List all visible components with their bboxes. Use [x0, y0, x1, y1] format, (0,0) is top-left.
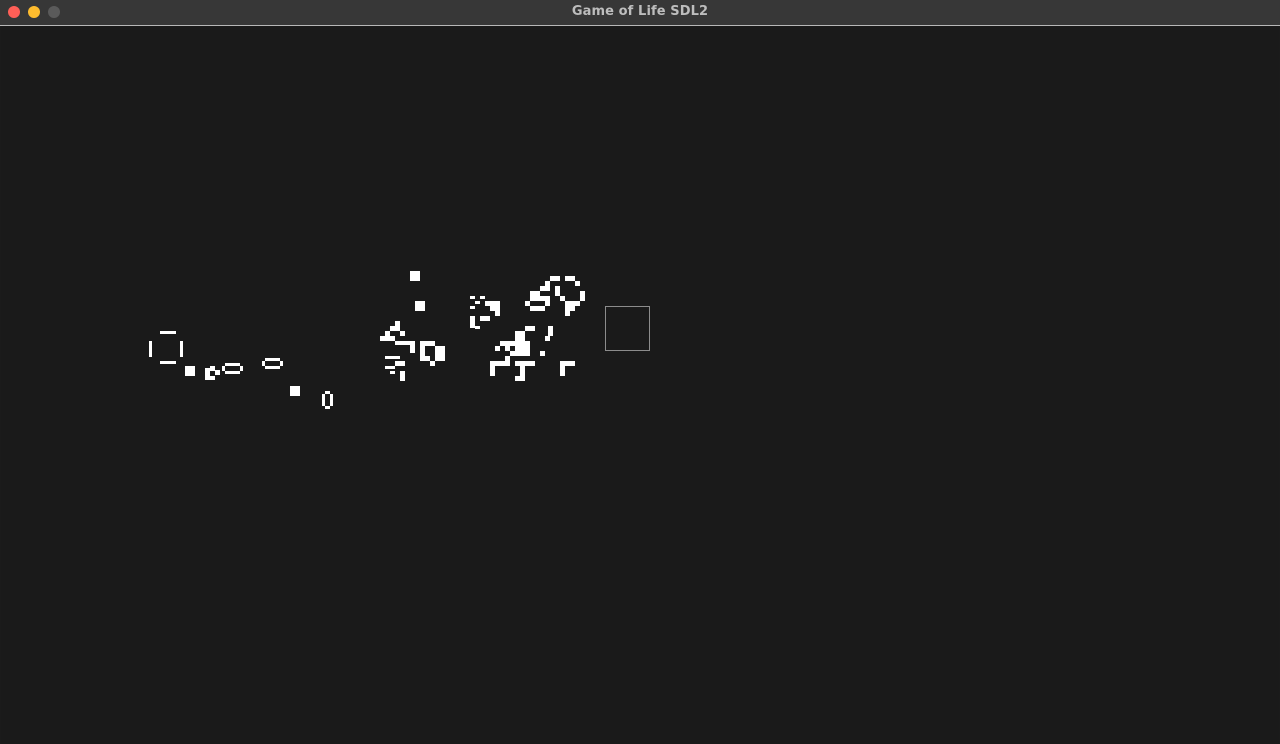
live-cell[interactable] — [470, 316, 475, 328]
live-cell[interactable] — [505, 346, 510, 351]
live-cell[interactable] — [490, 361, 495, 376]
live-cell[interactable] — [290, 386, 300, 396]
game-board[interactable] — [1, 26, 1279, 744]
live-cell[interactable] — [560, 296, 565, 301]
live-cell[interactable] — [225, 363, 240, 366]
live-cell[interactable] — [575, 281, 580, 286]
live-cell[interactable] — [280, 361, 283, 366]
live-cell[interactable] — [520, 366, 525, 376]
live-cell[interactable] — [430, 361, 435, 366]
live-cell[interactable] — [470, 306, 475, 309]
live-cell[interactable] — [185, 366, 195, 376]
live-cell[interactable] — [545, 336, 550, 341]
live-cell[interactable] — [495, 361, 510, 366]
live-cell[interactable] — [495, 346, 500, 351]
live-cell[interactable] — [410, 271, 420, 281]
live-cell[interactable] — [560, 366, 565, 376]
live-cell[interactable] — [475, 301, 480, 304]
live-cell[interactable] — [385, 331, 390, 336]
live-cell[interactable] — [262, 361, 265, 366]
live-cell[interactable] — [160, 361, 176, 364]
live-cell[interactable] — [565, 301, 580, 306]
live-cell[interactable] — [550, 276, 560, 281]
live-cell[interactable] — [210, 366, 215, 371]
live-cell[interactable] — [505, 356, 510, 361]
live-cell[interactable] — [240, 366, 243, 371]
live-cell[interactable] — [545, 301, 550, 306]
live-cell[interactable] — [385, 356, 400, 359]
live-cell[interactable] — [435, 346, 445, 361]
live-cell[interactable] — [410, 341, 415, 353]
window-title: Game of Life SDL2 — [571, 4, 709, 19]
live-cell[interactable] — [540, 286, 550, 291]
live-cell[interactable] — [395, 361, 405, 366]
live-cell[interactable] — [540, 351, 545, 356]
live-cell[interactable] — [420, 341, 435, 346]
live-cell[interactable] — [530, 291, 540, 301]
title-bar[interactable]: Game of Life SDL2 — [0, 0, 1280, 26]
live-cell[interactable] — [515, 346, 530, 351]
live-cell[interactable] — [515, 331, 525, 341]
live-cell[interactable] — [510, 341, 530, 346]
live-cell[interactable] — [160, 331, 176, 334]
live-cell[interactable] — [390, 326, 400, 331]
live-cell[interactable] — [325, 391, 330, 394]
cell-grid[interactable] — [1, 26, 1279, 744]
live-cell[interactable] — [565, 276, 575, 281]
live-cell[interactable] — [210, 376, 215, 380]
live-cell[interactable] — [330, 394, 333, 406]
live-cell[interactable] — [485, 301, 490, 306]
live-cell[interactable] — [480, 316, 490, 321]
live-cell[interactable] — [325, 406, 330, 409]
live-cell[interactable] — [525, 326, 535, 331]
live-cell[interactable] — [510, 351, 530, 356]
live-cell[interactable] — [225, 371, 240, 374]
live-cell[interactable] — [548, 326, 553, 336]
live-cell[interactable] — [380, 336, 395, 341]
live-cell[interactable] — [400, 331, 405, 336]
live-cell[interactable] — [400, 371, 405, 381]
live-cell[interactable] — [495, 311, 500, 316]
live-cell[interactable] — [490, 301, 500, 311]
live-cell[interactable] — [540, 296, 550, 301]
live-cell[interactable] — [565, 306, 575, 311]
live-cell[interactable] — [222, 366, 225, 371]
live-cell[interactable] — [385, 366, 395, 369]
live-cell[interactable] — [545, 281, 550, 286]
live-cell[interactable] — [180, 341, 183, 357]
live-cell[interactable] — [395, 321, 400, 326]
cursor-selection-box[interactable] — [605, 306, 650, 351]
live-cell[interactable] — [322, 394, 325, 406]
live-cell[interactable] — [580, 291, 585, 301]
live-cell[interactable] — [415, 301, 425, 311]
live-cell[interactable] — [420, 346, 425, 361]
live-cell[interactable] — [470, 296, 475, 299]
live-cell[interactable] — [555, 286, 560, 296]
app-window: Game of Life SDL2 — [0, 0, 1280, 744]
live-cell[interactable] — [565, 311, 570, 316]
live-cell[interactable] — [395, 341, 410, 345]
live-cell[interactable] — [265, 366, 280, 369]
live-cell[interactable] — [560, 361, 575, 366]
live-cell[interactable] — [475, 326, 480, 329]
live-cell[interactable] — [205, 368, 210, 380]
live-cell[interactable] — [500, 341, 510, 346]
live-cell[interactable] — [215, 370, 220, 375]
live-cell[interactable] — [515, 376, 525, 381]
live-cell[interactable] — [525, 301, 530, 306]
live-cell[interactable] — [515, 361, 535, 366]
live-cell[interactable] — [425, 356, 430, 361]
live-cell[interactable] — [265, 358, 280, 361]
live-cell[interactable] — [149, 341, 152, 357]
live-cell[interactable] — [390, 371, 395, 374]
live-cell[interactable] — [480, 296, 485, 299]
live-cell[interactable] — [530, 306, 545, 311]
